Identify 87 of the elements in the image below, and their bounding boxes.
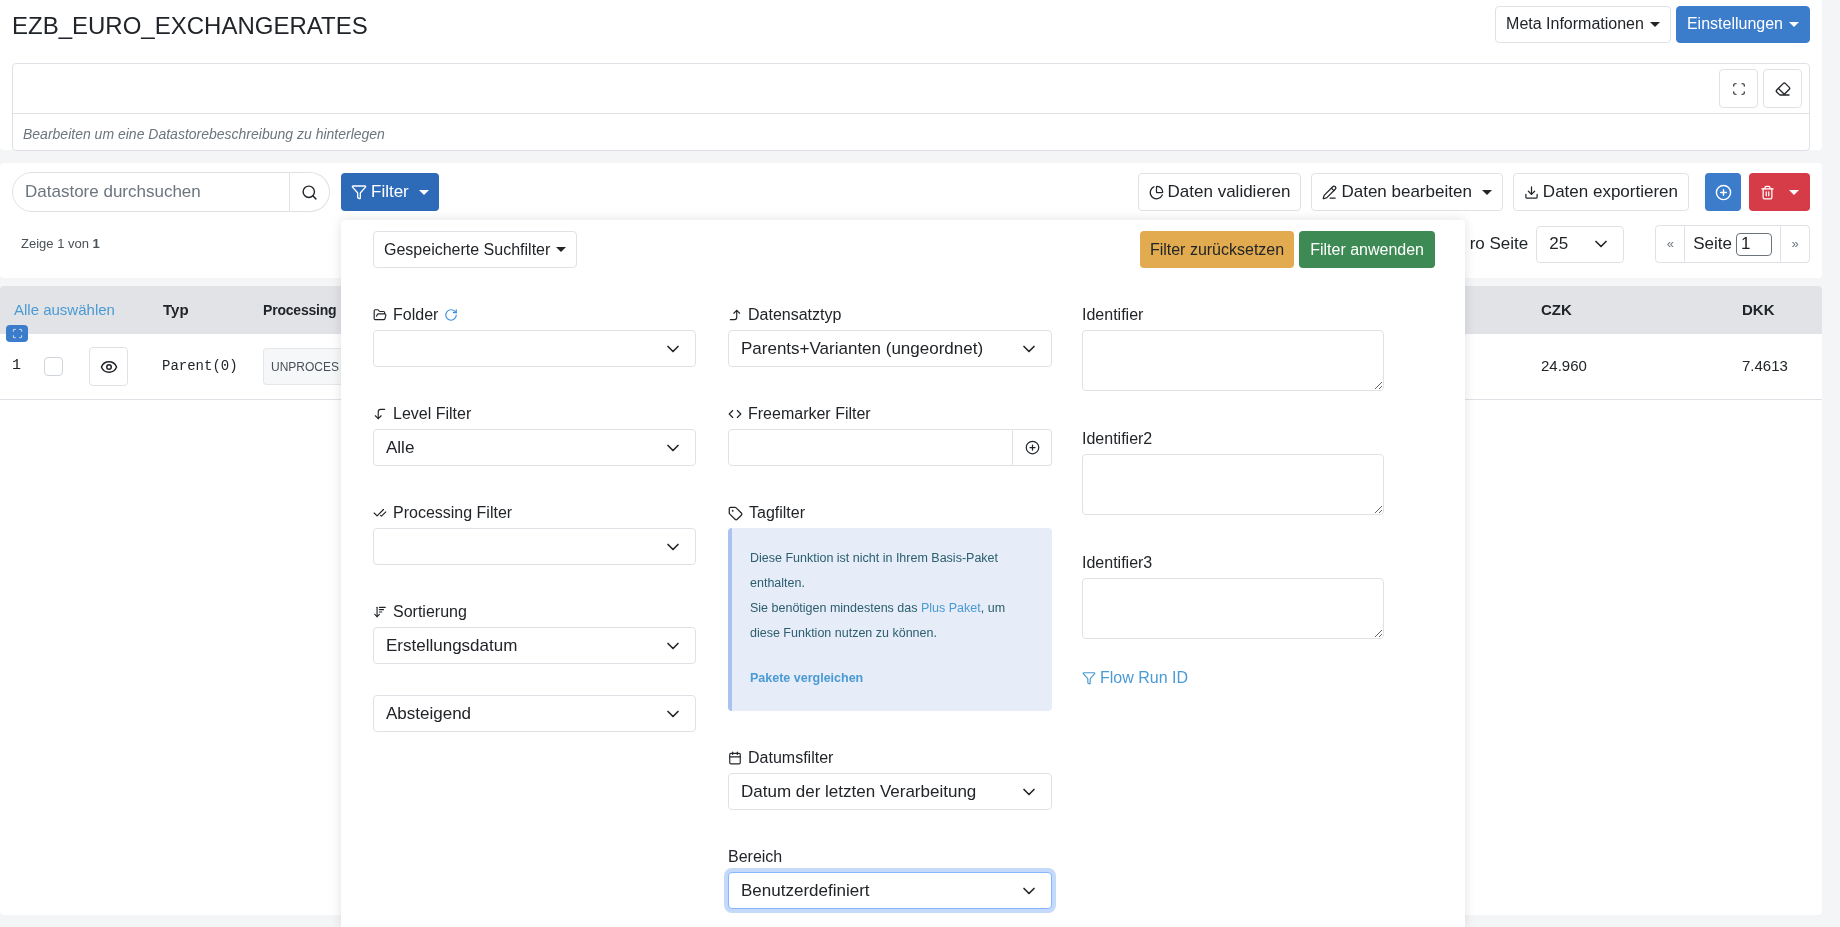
add-expression-button[interactable] (1013, 429, 1052, 466)
per-page-label: ro Seite (1469, 233, 1529, 256)
expand-icon (11, 328, 23, 339)
header-dropdown-button[interactable]: Einstellungen (1675, 5, 1810, 43)
trash-icon (1760, 184, 1775, 200)
double-check-icon (373, 506, 387, 520)
table-cell-text: 7.4613 (1742, 356, 1789, 377)
caret-icon (418, 189, 429, 195)
page-input[interactable]: 1 (1736, 232, 1772, 256)
refresh-icon[interactable] (444, 308, 459, 322)
field-label: Processing Filter (393, 503, 513, 523)
notice-text: Diese Funktion ist nicht in Ihrem Basis-Paket enthalten. (750, 550, 1000, 592)
notice-text: Sie benötigen mindestens das Plus Paket, um diese Funktion nutzen zu können. (750, 600, 1007, 642)
apply-filter-button[interactable]: Filter anwenden (1299, 231, 1435, 268)
date-filter-select[interactable]: Datum der letzten Verarbeitung (728, 773, 1052, 810)
plus-icon (1714, 183, 1732, 201)
action-button[interactable]: Daten validieren (1137, 173, 1302, 211)
table-cell-text: Parent(0) (162, 357, 239, 376)
saved-filters-button[interactable]: Gespeicherte Suchfilter (373, 231, 578, 268)
action-button[interactable]: Daten bearbeiten (1311, 173, 1503, 211)
reset-filter-button[interactable]: Filter zurücksetzen (1139, 231, 1295, 268)
field-label: Bereich (728, 847, 783, 867)
caret-icon (1789, 189, 1799, 195)
pencil-icon (1322, 184, 1338, 200)
folder-icon (373, 308, 387, 322)
first-page-button[interactable]: « (1656, 226, 1685, 262)
field-label: Datensatztyp (748, 305, 842, 325)
description-editor[interactable]: Bearbeiten um eine Datastorebeschreibung zu hinterlegen (12, 63, 1810, 151)
freemarker-input[interactable] (728, 429, 1013, 466)
result-count: Zeige 1 von 1 (20, 235, 100, 254)
next-page-button[interactable]: » (1781, 226, 1809, 262)
filter-icon (1082, 671, 1096, 685)
identifier-field[interactable] (1082, 578, 1384, 639)
fullscreen-button[interactable] (1719, 69, 1758, 108)
filter-icon (351, 184, 367, 200)
expand-columns-button[interactable] (6, 325, 28, 342)
identifier-field[interactable] (1082, 330, 1384, 391)
caret-icon (1789, 21, 1799, 27)
column-header: DKK (1742, 299, 1776, 320)
header-dropdown-button[interactable]: Meta Informationen (1495, 5, 1671, 43)
caret-icon (1481, 189, 1492, 195)
eraser-icon (1774, 80, 1791, 97)
page-label: Seite (1693, 233, 1732, 256)
field-label: Identifier (1082, 305, 1144, 325)
field-label: Identifier2 (1082, 429, 1153, 449)
filter-button[interactable]: Filter (341, 173, 439, 211)
caret-icon (556, 247, 567, 252)
row-checkbox[interactable] (44, 357, 63, 376)
view-button[interactable] (89, 347, 128, 386)
field-label: Level Filter (393, 404, 472, 424)
level-filter-select[interactable]: Alle (373, 429, 696, 466)
plus-icon (1024, 440, 1040, 455)
per-page-select[interactable]: 25 (1536, 225, 1625, 263)
field-label: Sortierung (393, 602, 467, 622)
caret-icon (1649, 21, 1660, 27)
sort-icon (373, 605, 387, 619)
description-placeholder: Bearbeiten um eine Datastorebeschreibung zu hinterlegen (22, 125, 386, 141)
download-icon (1523, 184, 1539, 200)
add-button[interactable] (1705, 173, 1741, 211)
pie-chart-icon (1148, 184, 1164, 200)
calendar-icon (728, 751, 742, 765)
record-type-select[interactable]: Parents+Varianten (ungeordnet) (728, 330, 1052, 367)
processing-badge: UNPROCES (263, 348, 342, 385)
level-icon (373, 407, 387, 421)
search-field[interactable]: Datastore durchsuchen (12, 172, 290, 212)
field-label: Tagfilter (749, 503, 806, 523)
delete-button[interactable] (1749, 173, 1810, 211)
corner-arrow-icon (728, 308, 742, 322)
row-number: 1 (11, 356, 22, 377)
order-select[interactable]: Absteigend (373, 695, 696, 732)
sorting-select[interactable]: Erstellungsdatum (373, 627, 696, 664)
tag-icon (728, 505, 743, 521)
page-title: EZB_EURO_EXCHANGERATES (12, 11, 368, 41)
column-header: Typ (162, 299, 190, 320)
column-header: CZK (1541, 299, 1573, 320)
column-header: Processing (262, 300, 337, 320)
identifier-field[interactable] (1082, 454, 1384, 515)
field-label: Folder (393, 305, 439, 325)
edit-button[interactable] (1763, 69, 1802, 108)
field-label: Datumsfilter (748, 748, 834, 768)
code-icon (728, 407, 742, 421)
field-label: Identifier3 (1082, 553, 1153, 573)
fullscreen-icon (1731, 81, 1746, 96)
action-button[interactable]: Daten exportieren (1512, 173, 1689, 211)
field-label: Freemarker Filter (748, 404, 871, 424)
search-icon (301, 183, 318, 201)
table-cell-text: 24.960 (1541, 356, 1588, 377)
